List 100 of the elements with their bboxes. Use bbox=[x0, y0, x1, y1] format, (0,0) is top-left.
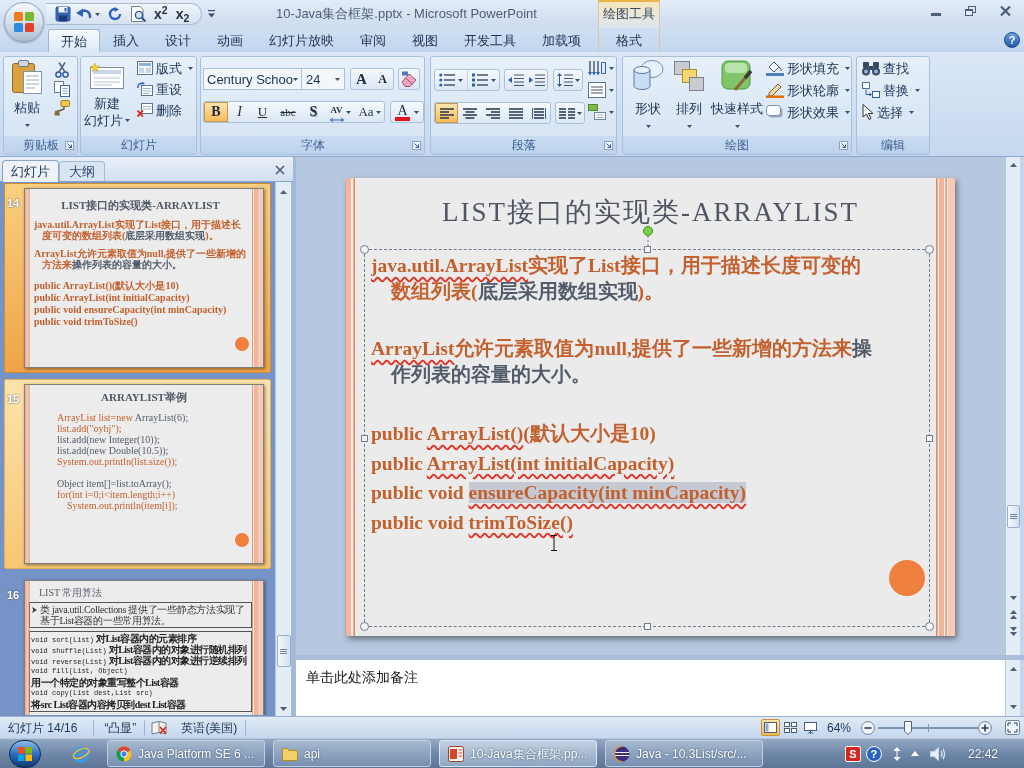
minimize-icon[interactable] bbox=[931, 12, 941, 16]
resize-handle[interactable] bbox=[360, 622, 369, 631]
find-button[interactable]: 查找 bbox=[862, 58, 920, 78]
notes-field[interactable]: 单击此处添加备注 bbox=[296, 660, 1005, 716]
arrange-button[interactable]: 排列 bbox=[671, 60, 707, 128]
book-x-icon[interactable] bbox=[151, 720, 168, 735]
save-icon[interactable] bbox=[55, 6, 71, 22]
scroll-down-arrow-icon[interactable] bbox=[1009, 705, 1017, 709]
character-spacing-button[interactable]: AV bbox=[325, 102, 355, 122]
scrollbar-thumb[interactable] bbox=[1006, 505, 1020, 528]
line-spacing-button[interactable] bbox=[553, 69, 583, 91]
ribbon-tab[interactable]: 插入 bbox=[100, 29, 152, 52]
font-color-button[interactable]: A bbox=[390, 101, 424, 123]
delete-button[interactable]: 删除 bbox=[137, 100, 193, 120]
copy-icon[interactable] bbox=[54, 81, 70, 97]
align-left-button[interactable] bbox=[435, 103, 458, 123]
ribbon-tab[interactable]: 审阅 bbox=[347, 29, 399, 52]
shape-effects-button[interactable]: 形状效果 bbox=[766, 102, 850, 122]
increase-indent-icon[interactable] bbox=[528, 73, 545, 87]
up-down-arrows-icon[interactable] bbox=[892, 746, 901, 761]
resize-handle[interactable] bbox=[644, 246, 651, 253]
decrease-indent-icon[interactable] bbox=[507, 73, 524, 87]
numbering-button[interactable] bbox=[467, 70, 499, 90]
ribbon-tab[interactable]: 视图 bbox=[399, 29, 451, 52]
columns-button[interactable] bbox=[555, 102, 585, 124]
next-slide-icon[interactable] bbox=[1009, 627, 1017, 636]
close-icon[interactable] bbox=[1000, 6, 1011, 16]
clock[interactable]: 22:42 bbox=[967, 746, 998, 761]
replace-button[interactable]: 替换 bbox=[862, 80, 920, 100]
resize-handle[interactable] bbox=[926, 435, 933, 442]
zoom-level[interactable]: 64% bbox=[826, 720, 851, 735]
reset-button[interactable]: 重设 bbox=[137, 79, 193, 99]
tray-help-button[interactable]: ? bbox=[865, 745, 882, 762]
redo-icon[interactable] bbox=[108, 7, 122, 21]
grow-font-button[interactable]: A bbox=[351, 69, 372, 89]
pane-tab[interactable]: 大纲 bbox=[59, 161, 105, 181]
clear-formatting-button[interactable] bbox=[398, 68, 420, 90]
resize-handle[interactable] bbox=[925, 245, 934, 254]
strikethrough-button[interactable]: abc bbox=[274, 102, 302, 122]
italic-button[interactable]: I bbox=[228, 102, 251, 122]
start-button[interactable] bbox=[9, 739, 41, 768]
scissors-icon[interactable] bbox=[55, 62, 69, 78]
layout-button[interactable]: 版式 bbox=[137, 58, 193, 78]
ribbon-tab[interactable]: 开发工具 bbox=[451, 29, 529, 52]
change-case-button[interactable]: Aa bbox=[355, 102, 384, 122]
text-shadow-button[interactable]: S bbox=[302, 102, 325, 122]
ribbon-tab[interactable]: 动画 bbox=[204, 29, 256, 52]
zoom-slider[interactable] bbox=[878, 720, 978, 735]
language[interactable]: 英语(美国) bbox=[181, 720, 238, 735]
underline-button[interactable]: U bbox=[251, 102, 274, 122]
font-size-field[interactable]: 24 bbox=[302, 68, 345, 90]
zoom-out-icon[interactable] bbox=[861, 720, 875, 735]
scroll-down-arrow-icon[interactable] bbox=[1009, 596, 1017, 600]
zoom-in-icon[interactable] bbox=[978, 720, 992, 735]
align-text-button[interactable] bbox=[588, 80, 614, 100]
tray-app-button[interactable]: S bbox=[844, 745, 861, 762]
dialog-launcher-icon[interactable] bbox=[65, 141, 74, 150]
dialog-launcher-icon[interactable] bbox=[604, 141, 613, 150]
triangle-up-icon[interactable] bbox=[910, 751, 919, 756]
normal-view-button[interactable] bbox=[760, 719, 780, 736]
resize-handle[interactable] bbox=[644, 623, 651, 630]
close-pane-icon[interactable] bbox=[275, 165, 285, 175]
fit-to-window-icon[interactable] bbox=[1005, 720, 1020, 735]
scroll-down-arrow-icon[interactable] bbox=[280, 707, 287, 711]
text-direction-button[interactable] bbox=[588, 58, 614, 78]
scroll-up-arrow-icon[interactable] bbox=[1009, 163, 1017, 167]
select-button[interactable]: 选择 bbox=[862, 102, 920, 122]
bold-button[interactable]: B bbox=[204, 102, 228, 122]
rotation-handle[interactable] bbox=[643, 226, 653, 246]
help-button[interactable]: ? bbox=[1004, 32, 1020, 48]
zoom-slider-thumb[interactable] bbox=[904, 720, 912, 735]
scroll-up-arrow-icon[interactable] bbox=[1009, 667, 1017, 671]
bar-caret-icon[interactable] bbox=[208, 10, 215, 18]
ribbon-tab[interactable]: 幻灯片放映 bbox=[256, 29, 347, 52]
superscript-button[interactable]: x$^{2}$ bbox=[154, 6, 168, 22]
shrink-font-button[interactable]: A bbox=[372, 69, 393, 89]
undo-icon[interactable] bbox=[76, 7, 92, 21]
restore-icon[interactable] bbox=[965, 6, 976, 16]
diagram-button[interactable] bbox=[588, 102, 614, 122]
pane-tab[interactable]: 幻灯片 bbox=[2, 160, 59, 182]
paintbrush-icon[interactable] bbox=[54, 100, 70, 116]
resize-handle[interactable] bbox=[361, 435, 368, 442]
quick-styles-button[interactable]: 快速样式 bbox=[711, 60, 763, 128]
new-slide-button[interactable]: 新建 幻灯片 bbox=[84, 63, 130, 128]
paste-button[interactable]: 粘贴 bbox=[7, 60, 47, 127]
scrollbar-thumb[interactable] bbox=[276, 635, 291, 667]
ribbon-tab[interactable]: 加载项 bbox=[529, 29, 594, 52]
dialog-launcher-icon[interactable] bbox=[839, 141, 848, 150]
shape-fill-button[interactable]: 形状填充 bbox=[766, 58, 850, 78]
shape-outline-button[interactable]: 形状轮廓 bbox=[766, 80, 850, 100]
scroll-up-arrow-icon[interactable] bbox=[280, 190, 287, 194]
speaker-icon[interactable] bbox=[929, 746, 946, 761]
previous-slide-icon[interactable] bbox=[1009, 610, 1017, 619]
font-name-field[interactable]: Century Schoo bbox=[203, 68, 302, 90]
page-magnifier-icon[interactable] bbox=[131, 6, 146, 22]
resize-handle[interactable] bbox=[925, 622, 934, 631]
dialog-launcher-icon[interactable] bbox=[412, 141, 421, 150]
ribbon-tab[interactable]: 设计 bbox=[152, 29, 204, 52]
subscript-button[interactable]: x$_{2}$ bbox=[175, 6, 190, 22]
shapes-button[interactable]: 形状 bbox=[630, 60, 666, 128]
